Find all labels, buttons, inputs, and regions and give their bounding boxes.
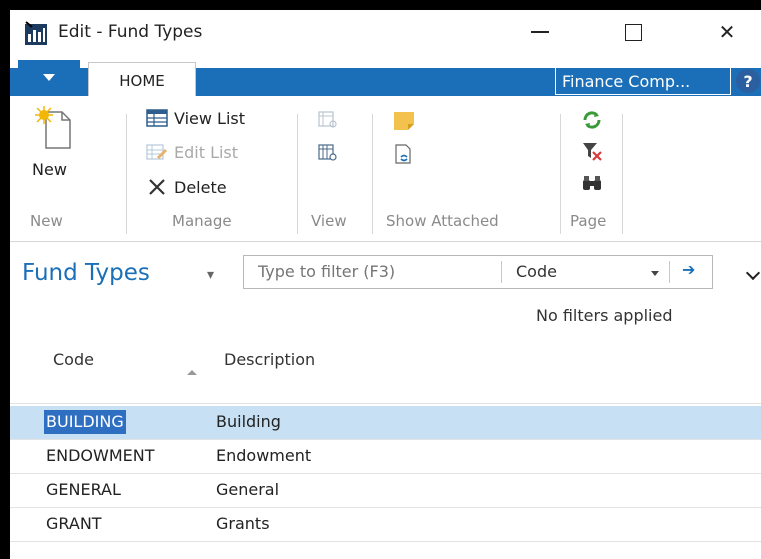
delete-button[interactable]: Delete [146, 177, 227, 197]
group-label-show-attached: Show Attached [386, 212, 499, 230]
sort-ascending-icon [187, 370, 197, 375]
table-row[interactable]: GRANT Grants [10, 508, 761, 541]
links-icon[interactable] [392, 143, 416, 165]
cell-description[interactable]: Grants [216, 514, 270, 533]
chevron-down-icon[interactable] [651, 271, 659, 276]
maximize-icon [624, 23, 642, 41]
app-window: Edit - Fund Types ✕ HOME Finance Comp...… [10, 10, 761, 559]
tab-home[interactable]: HOME [88, 62, 196, 98]
help-icon[interactable]: ? [736, 69, 760, 93]
view-list-label: View List [174, 108, 246, 128]
header-divider [10, 403, 761, 404]
delete-icon [149, 179, 165, 195]
ribbon-separator [297, 114, 298, 234]
ribbon-separator [372, 114, 373, 234]
column-header-code[interactable]: Code [53, 350, 94, 369]
new-button-label: New [32, 160, 67, 179]
edit-list-button[interactable]: Edit List [146, 142, 238, 162]
edit-list-icon [146, 144, 168, 160]
ribbon-separator [622, 114, 623, 234]
chevron-down-icon[interactable]: ▾ [207, 267, 214, 283]
app-logo-icon [25, 21, 47, 45]
column-header-description[interactable]: Description [224, 350, 315, 369]
table-row[interactable]: GENERAL General [10, 474, 761, 507]
table-row[interactable]: BUILDING Building [10, 406, 761, 439]
cell-description[interactable]: Building [216, 412, 281, 431]
clear-filter-icon[interactable] [581, 140, 603, 162]
company-name-badge[interactable]: Finance Comp... [555, 67, 731, 95]
maximize-button[interactable] [608, 16, 658, 48]
chevron-down-icon [43, 73, 55, 81]
close-button[interactable]: ✕ [702, 16, 752, 48]
ribbon-separator [126, 114, 127, 234]
row-divider [10, 541, 761, 542]
notes-icon[interactable] [392, 110, 416, 132]
filter-status: No filters applied [536, 306, 673, 325]
arrow-right-icon[interactable]: ➔ [682, 260, 695, 279]
minimize-icon [531, 31, 549, 33]
group-label-new: New [30, 212, 63, 230]
refresh-icon[interactable] [581, 109, 603, 131]
new-document-icon [35, 106, 71, 149]
group-label-manage: Manage [172, 212, 232, 230]
filter-field-select[interactable]: Code [516, 262, 557, 281]
view-list-icon [146, 109, 168, 127]
window-title: Edit - Fund Types [58, 22, 203, 42]
minimize-button[interactable] [515, 16, 565, 48]
table-row[interactable]: ENDOWMENT Endowment [10, 440, 761, 473]
filter-input[interactable] [258, 262, 488, 281]
filter-divider [501, 261, 502, 283]
view-icon-disabled[interactable] [317, 110, 339, 130]
view-icon[interactable] [317, 143, 339, 163]
delete-label: Delete [174, 177, 227, 197]
group-label-page: Page [570, 212, 607, 230]
cell-code[interactable]: ENDOWMENT [46, 446, 154, 465]
cell-code[interactable]: BUILDING [44, 410, 126, 434]
cell-description[interactable]: General [216, 480, 279, 499]
edit-list-label: Edit List [174, 142, 239, 162]
cell-code[interactable]: GENERAL [46, 480, 121, 499]
filter-bar: Code ➔ [243, 255, 713, 289]
expand-chevron-icon[interactable] [745, 265, 761, 281]
application-menu-button[interactable] [18, 60, 80, 94]
cell-code[interactable]: GRANT [46, 514, 102, 533]
filter-divider [669, 261, 670, 283]
group-label-view: View [311, 212, 347, 230]
title-bar: Edit - Fund Types ✕ [10, 10, 761, 54]
find-binoculars-icon[interactable] [581, 172, 603, 194]
close-icon: ✕ [718, 20, 736, 44]
cell-description[interactable]: Endowment [216, 446, 311, 465]
new-button[interactable]: New [30, 106, 90, 190]
ribbon-separator [560, 114, 561, 234]
page-title[interactable]: Fund Types [22, 260, 150, 286]
view-list-button[interactable]: View List [146, 108, 245, 128]
